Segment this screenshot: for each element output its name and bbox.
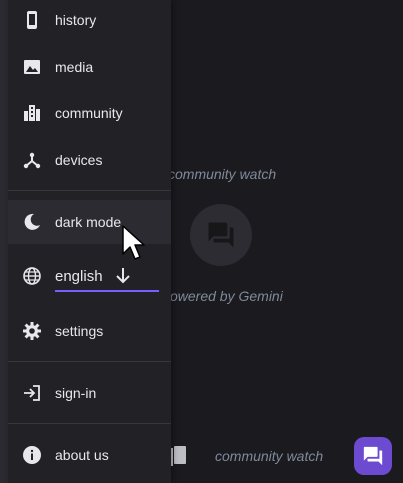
info-icon xyxy=(23,446,41,464)
menu-item-label: devices xyxy=(55,152,103,168)
menu-item-community[interactable]: community xyxy=(8,91,171,135)
menu-item-label: media xyxy=(55,59,94,75)
background-title: community watch xyxy=(168,166,277,182)
menu-item-settings[interactable]: settings xyxy=(8,309,171,353)
image-icon xyxy=(24,60,40,74)
globe-icon xyxy=(23,267,41,285)
menu-item-label: history xyxy=(55,12,97,28)
menu-divider xyxy=(8,423,171,424)
document-icon xyxy=(170,446,186,466)
mouse-pointer-icon xyxy=(122,225,145,260)
arrow-down-icon xyxy=(116,268,130,284)
buildings-icon xyxy=(24,105,40,121)
menu-item-devices[interactable]: devices xyxy=(8,138,171,182)
left-edge-strip xyxy=(0,0,8,483)
powered-by-text: owered by Gemini xyxy=(170,288,283,304)
menu-item-label: about us xyxy=(55,447,109,463)
menu-item-label: sign-in xyxy=(55,385,97,401)
login-icon xyxy=(24,385,40,401)
menu-item-label: settings xyxy=(55,323,104,339)
language-select-value: english xyxy=(55,267,103,285)
language-select-underline xyxy=(55,290,159,292)
hub-icon xyxy=(23,152,41,169)
menu-item-label: dark mode xyxy=(55,214,122,230)
phone-icon xyxy=(27,11,37,29)
gear-icon xyxy=(23,322,41,340)
chat-fab-button[interactable] xyxy=(354,437,392,475)
chat-bubble-icon xyxy=(190,204,252,266)
menu-item-history[interactable]: history xyxy=(8,0,171,42)
menu-item-media[interactable]: media xyxy=(8,45,171,89)
menu-divider xyxy=(8,190,171,191)
menu-divider xyxy=(8,361,171,362)
menu-item-label: community xyxy=(55,105,123,121)
menu-item-sign-in[interactable]: sign-in xyxy=(8,371,171,415)
moon-icon xyxy=(24,213,40,230)
menu-item-about-us[interactable]: about us xyxy=(8,433,171,477)
footer-title: community watch xyxy=(215,448,324,464)
